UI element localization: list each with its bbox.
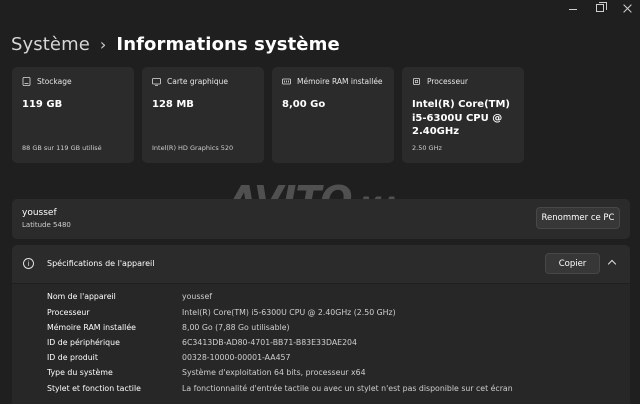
spec-row: Stylet et fonction tactile La fonctionna… <box>47 384 513 393</box>
spec-value: 8,00 Go (7,88 Go utilisable) <box>182 323 290 332</box>
card-value: 119 GB <box>22 99 63 110</box>
spec-row: ID de produit 00328-10000-00001-AA457 <box>47 353 290 362</box>
card-value: Intel(R) Core(TM) i5-6300U CPU @ 2.40GHz <box>412 99 510 137</box>
card-value: 8,00 Go <box>282 99 326 110</box>
spec-label: Nom de l'appareil <box>47 292 116 301</box>
card-storage: Stockage 119 GB 88 GB sur 119 GB utilisé <box>12 67 134 163</box>
card-title: Mémoire RAM installée <box>297 77 383 86</box>
device-specs-body: Nom de l'appareil youssef Processeur Int… <box>12 284 630 404</box>
ram-icon <box>282 77 291 86</box>
cpu-icon <box>412 77 421 86</box>
device-model: Latitude 5480 <box>22 221 71 229</box>
card-graphics: Carte graphique 128 MB Intel(R) HD Graph… <box>142 67 264 163</box>
restore-icon[interactable] <box>596 2 607 12</box>
card-value: 128 MB <box>152 99 194 110</box>
page-title: Informations système <box>116 34 340 55</box>
spec-value: Intel(R) Core(TM) i5-6300U CPU @ 2.40GHz… <box>182 308 396 317</box>
spec-value: Système d'exploitation 64 bits, processe… <box>182 368 366 377</box>
card-title: Carte graphique <box>167 77 229 86</box>
spec-row: Mémoire RAM installée 8,00 Go (7,88 Go u… <box>47 323 290 332</box>
summary-cards: Stockage 119 GB 88 GB sur 119 GB utilisé… <box>12 67 524 163</box>
device-row: youssef Latitude 5480 Renommer ce PC <box>12 199 630 239</box>
card-subtext: 2.50 GHz <box>412 144 442 152</box>
rename-pc-button[interactable]: Renommer ce PC <box>536 207 620 229</box>
copy-button[interactable]: Copier <box>545 253 600 274</box>
storage-icon <box>22 77 31 86</box>
card-ram: Mémoire RAM installée 8,00 Go <box>272 67 394 163</box>
spec-row: ID de périphérique 6C3413DB-AD80-4701-BB… <box>47 338 357 347</box>
info-icon: i <box>23 258 34 269</box>
specs-title: Spécifications de l'appareil <box>47 259 155 268</box>
close-icon[interactable] <box>622 3 632 13</box>
spec-label: Stylet et fonction tactile <box>47 384 141 393</box>
card-title: Stockage <box>37 77 72 86</box>
breadcrumb-parent[interactable]: Système <box>11 34 90 55</box>
spec-row: Processeur Intel(R) Core(TM) i5-6300U CP… <box>47 308 396 317</box>
spec-value: 6C3413DB-AD80-4701-BB71-B83E33DAE204 <box>182 338 357 347</box>
spec-label: ID de périphérique <box>47 338 120 347</box>
spec-value: La fonctionnalité d'entrée tactile ou av… <box>182 384 513 393</box>
device-specs-header[interactable]: i Spécifications de l'appareil Copier <box>12 245 630 283</box>
chevron-up-icon[interactable] <box>607 258 617 268</box>
breadcrumb: Système › Informations système <box>11 34 340 55</box>
spec-label: Type du système <box>47 368 113 377</box>
gpu-icon <box>152 77 161 86</box>
device-name: youssef <box>22 208 57 218</box>
card-processor: Processeur Intel(R) Core(TM) i5-6300U CP… <box>402 67 524 163</box>
spec-row: Nom de l'appareil youssef <box>47 292 212 301</box>
card-subtext: Intel(R) HD Graphics 520 <box>152 144 234 152</box>
spec-label: ID de produit <box>47 353 98 362</box>
chevron-right-icon: › <box>99 35 107 54</box>
spec-value: 00328-10000-00001-AA457 <box>182 353 291 362</box>
card-subtext: 88 GB sur 119 GB utilisé <box>22 144 102 152</box>
spec-row: Type du système Système d'exploitation 6… <box>47 368 366 377</box>
minimize-icon[interactable] <box>568 3 578 13</box>
spec-value: youssef <box>182 292 212 301</box>
window-controls <box>568 2 632 14</box>
card-title: Processeur <box>427 77 468 86</box>
spec-label: Processeur <box>47 308 90 317</box>
spec-label: Mémoire RAM installée <box>47 323 136 332</box>
